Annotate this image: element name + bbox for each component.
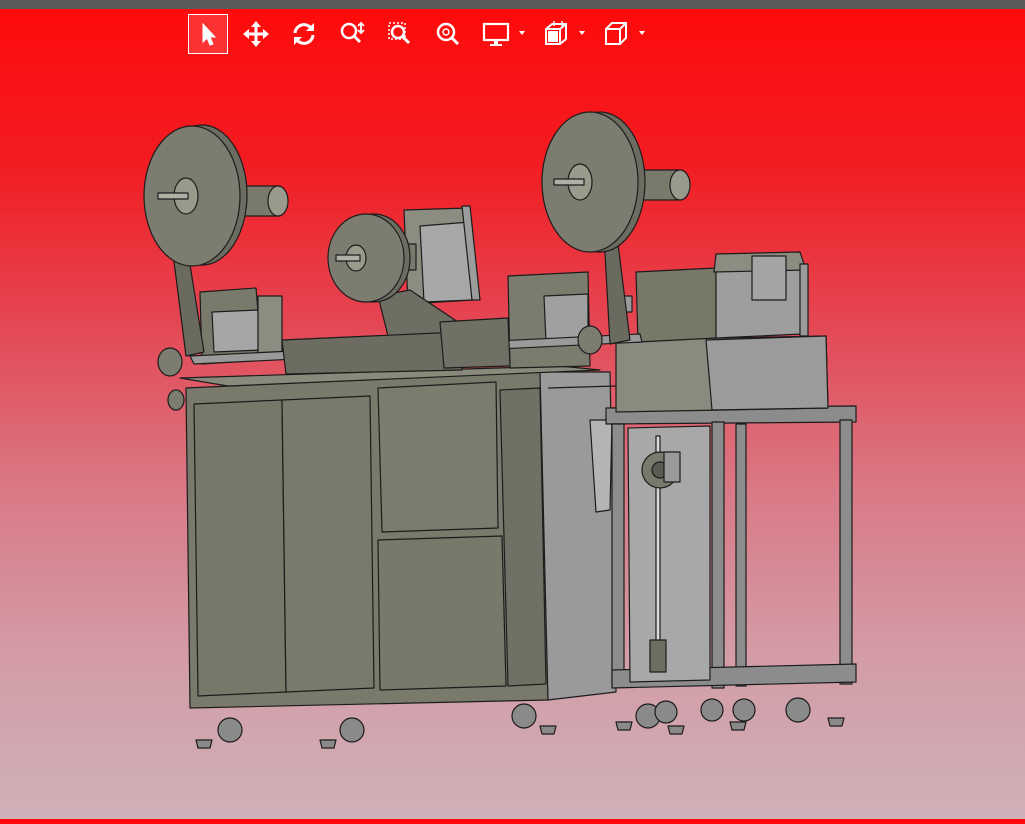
cursor-arrow-icon xyxy=(202,22,217,46)
rotate-tool-button[interactable] xyxy=(284,14,324,54)
cad-model-render xyxy=(143,111,857,749)
display-mode-tool-button[interactable] xyxy=(476,14,525,54)
zoom-icon xyxy=(340,21,365,44)
zoom-window-icon xyxy=(388,22,411,45)
zoom-window-tool-button[interactable] xyxy=(380,14,420,54)
window-top-bar xyxy=(0,0,1025,9)
select-tool-button[interactable] xyxy=(188,14,228,54)
zoom-tool-button[interactable] xyxy=(332,14,372,54)
center-reel xyxy=(327,213,417,303)
section-cube-icon xyxy=(545,21,567,45)
cube-icon xyxy=(605,22,627,45)
monitor-icon xyxy=(482,22,510,46)
chevron-down-icon xyxy=(519,31,525,35)
rotate-icon xyxy=(293,23,315,45)
move-arrows-icon xyxy=(243,21,269,47)
pan-tool-button[interactable] xyxy=(236,14,276,54)
viewer-toolbar xyxy=(188,14,656,54)
section-view-tool-button[interactable] xyxy=(536,14,585,54)
3d-viewport[interactable] xyxy=(0,56,1025,819)
zoom-fit-tool-button[interactable] xyxy=(428,14,468,54)
chevron-down-icon xyxy=(579,31,585,35)
zoom-fit-icon xyxy=(436,22,460,46)
view-orientation-tool-button[interactable] xyxy=(596,14,645,54)
chevron-down-icon xyxy=(639,31,645,35)
frame-cart xyxy=(605,405,857,689)
